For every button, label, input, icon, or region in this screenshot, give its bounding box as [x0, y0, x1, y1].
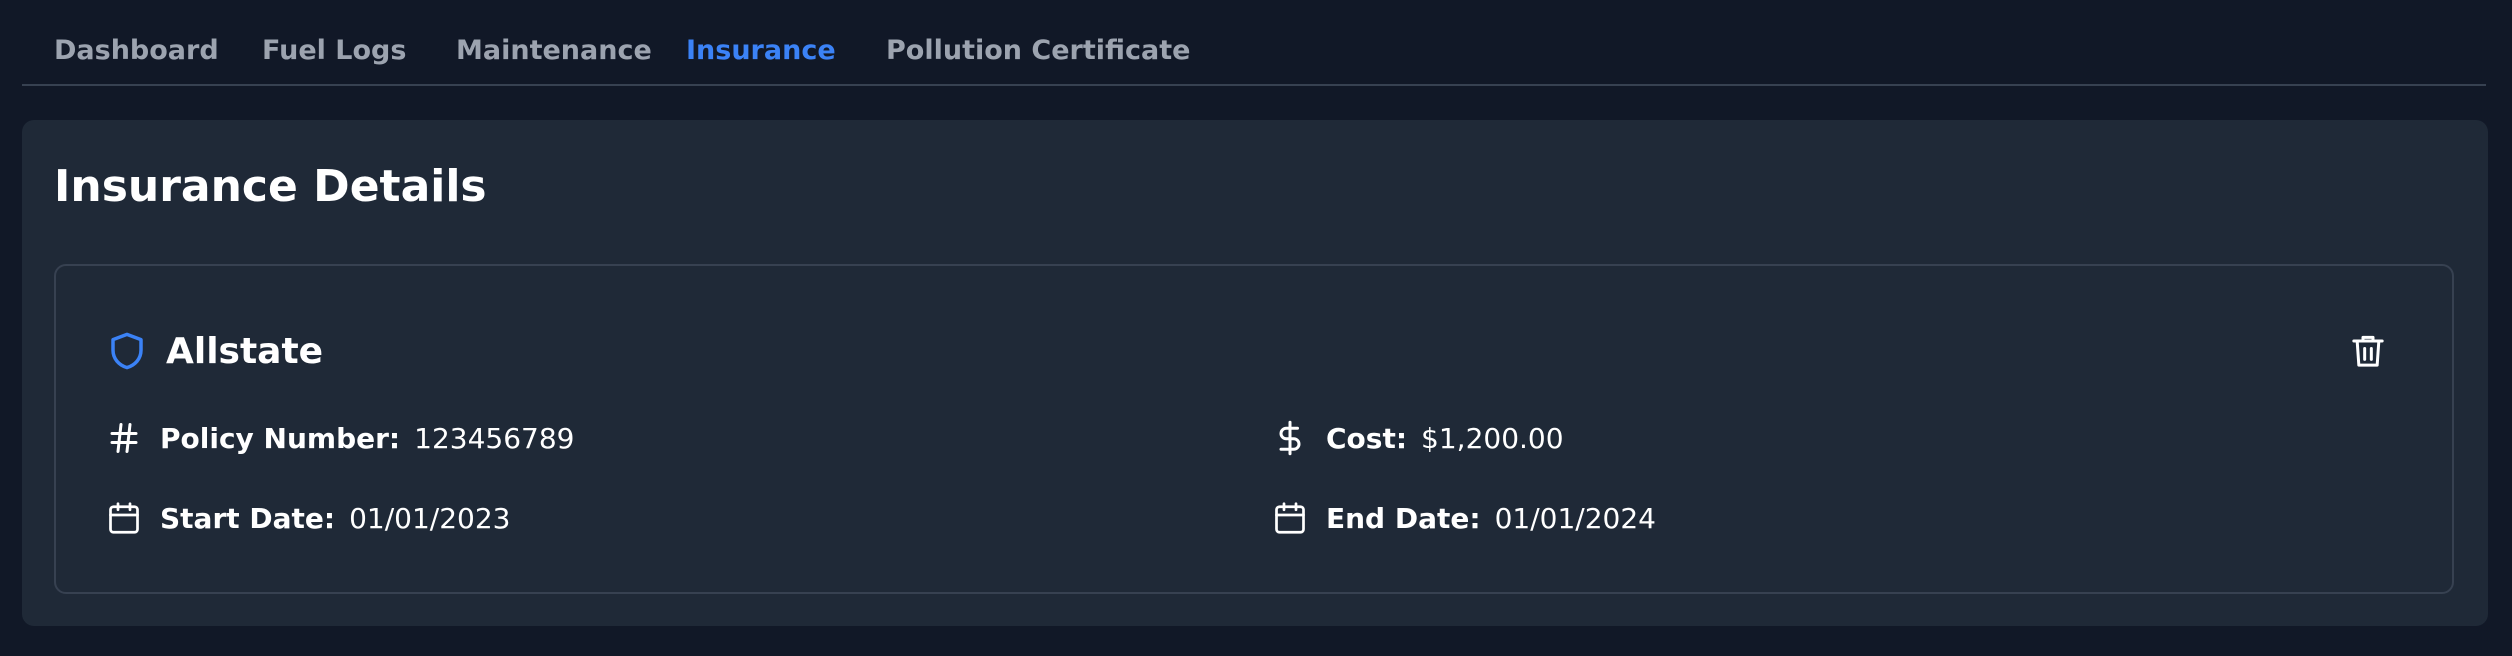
cost-label: Cost: — [1326, 421, 1408, 455]
hash-icon — [106, 420, 142, 456]
cost-value: $1,200.00 — [1421, 421, 1564, 455]
dollar-icon — [1272, 420, 1308, 456]
end-date-field: End Date: 01/01/2024 — [1272, 496, 1656, 540]
page-title: Insurance Details — [54, 161, 487, 212]
end-date-label: End Date: — [1326, 501, 1481, 535]
trash-icon — [2348, 330, 2388, 372]
shield-icon — [106, 329, 148, 373]
tab-fuel-logs[interactable]: Fuel Logs — [262, 31, 406, 71]
card-header: Allstate — [106, 326, 323, 376]
policy-number-value: 123456789 — [414, 421, 575, 455]
insurance-panel: Insurance Details Allstate Policy Number… — [22, 120, 2488, 626]
start-date-label: Start Date: — [160, 501, 336, 535]
calendar-icon — [106, 500, 142, 536]
end-date-value: 01/01/2024 — [1494, 501, 1656, 535]
tab-bar: Dashboard Fuel Logs Maintenance Insuranc… — [22, 0, 2486, 86]
calendar-icon — [1272, 500, 1308, 536]
cost-field: Cost: $1,200.00 — [1272, 416, 1564, 460]
tab-dashboard[interactable]: Dashboard — [54, 31, 219, 71]
start-date-value: 01/01/2023 — [349, 501, 511, 535]
tab-pollution-certificate[interactable]: Pollution Certificate — [886, 31, 1190, 71]
tab-insurance[interactable]: Insurance — [686, 31, 836, 71]
provider-name: Allstate — [166, 330, 324, 372]
policy-number-field: Policy Number: 123456789 — [106, 416, 574, 460]
start-date-field: Start Date: 01/01/2023 — [106, 496, 511, 540]
tab-maintenance[interactable]: Maintenance — [456, 31, 652, 71]
app-root: Dashboard Fuel Logs Maintenance Insuranc… — [0, 0, 2512, 656]
insurance-card: Allstate Policy Number: 123456789 Cost: … — [54, 264, 2454, 594]
policy-number-label: Policy Number: — [160, 421, 401, 455]
delete-button[interactable] — [2348, 330, 2388, 372]
